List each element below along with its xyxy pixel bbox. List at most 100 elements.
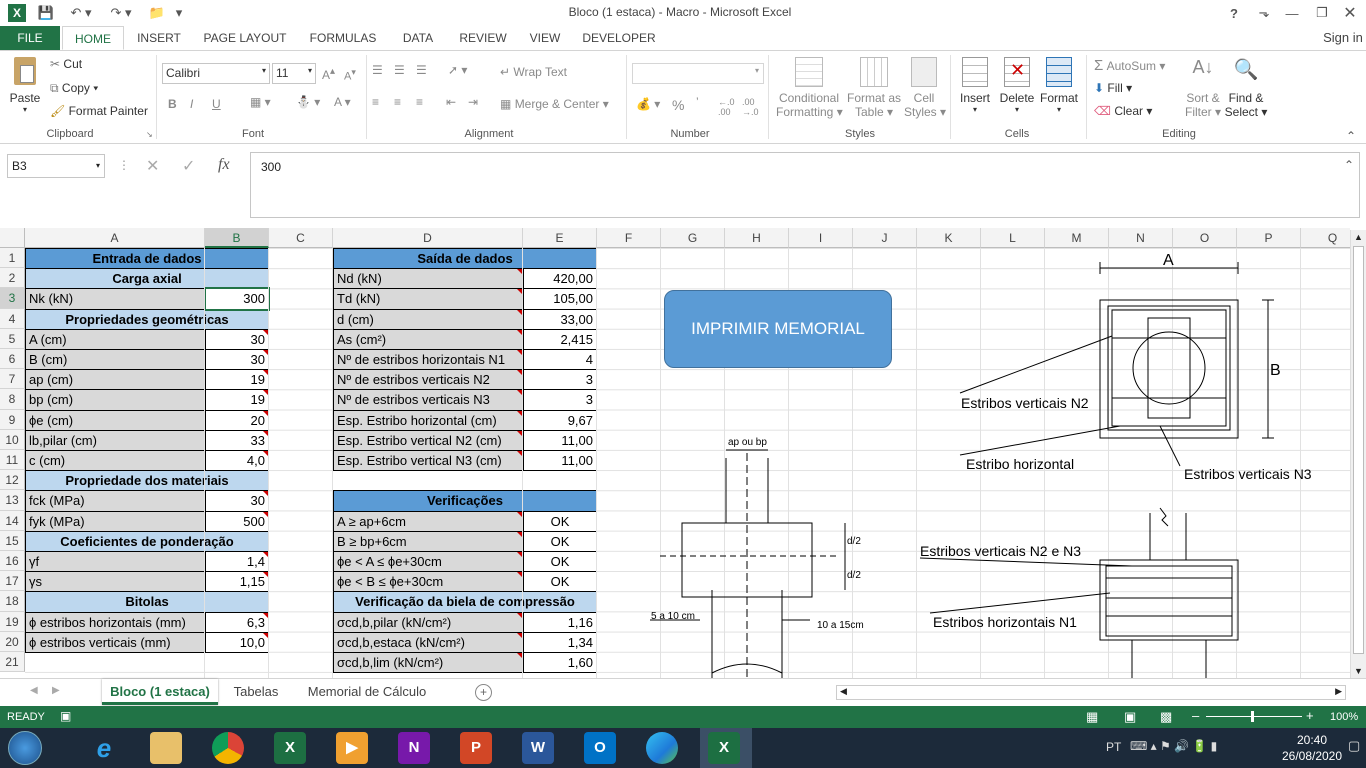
align-right-icon[interactable]: ≡	[416, 95, 423, 109]
increase-decimal-icon[interactable]: ←.0.00	[718, 97, 735, 117]
autosum-button[interactable]: Σ AutoSum ▾	[1094, 57, 1165, 74]
borders-icon[interactable]: ▦ ▾	[250, 95, 271, 109]
cell-value[interactable]: 1,34	[523, 631, 597, 653]
format-cells-button[interactable]: Format ▾	[1038, 57, 1080, 114]
sheet-tab-bloco[interactable]: Bloco (1 estaca)	[102, 679, 218, 705]
column-header[interactable]: Q	[1301, 228, 1350, 248]
page-layout-view-icon[interactable]: ▣	[1124, 709, 1136, 725]
format-painter-button[interactable]: 🖌 Format Painter	[50, 104, 148, 118]
row-header[interactable]: 19	[0, 611, 25, 632]
cell-value[interactable]: 33,00	[523, 308, 597, 330]
vertical-scrollbar[interactable]: ▲ ▼	[1350, 230, 1366, 678]
notifications-icon[interactable]: ▢	[1348, 738, 1360, 754]
language-indicator[interactable]: PT	[1106, 740, 1121, 754]
cell-label[interactable]: Td (kN)	[333, 288, 523, 310]
new-sheet-icon[interactable]: +	[475, 684, 492, 701]
column-header[interactable]: C	[269, 228, 333, 248]
column-header[interactable]: P	[1237, 228, 1301, 248]
column-header[interactable]: M	[1045, 228, 1109, 248]
cell-value[interactable]: 30	[205, 328, 269, 350]
copy-button[interactable]: ⧉ Copy ▾	[50, 81, 98, 96]
fill-color-icon[interactable]: ⛄ ▾	[296, 95, 320, 109]
cell-value[interactable]: 420,00	[523, 268, 597, 290]
cell-label[interactable]: fyk (MPa)	[25, 510, 205, 532]
tab-home[interactable]: HOME	[62, 26, 124, 50]
section-materiais[interactable]: Propriedade dos materiais	[25, 470, 269, 492]
restore-icon[interactable]: ❐	[1312, 3, 1332, 23]
clock-date[interactable]: 26/08/2020	[1280, 749, 1344, 763]
file-explorer-icon[interactable]	[150, 732, 182, 764]
row-header[interactable]: 3	[0, 288, 25, 309]
number-format-select[interactable]: ▾	[632, 63, 764, 84]
format-as-table-button[interactable]: Format as Table ▾	[846, 57, 902, 119]
insert-function-button[interactable]: fx	[218, 156, 230, 174]
decrease-decimal-icon[interactable]: .00 →.0	[742, 97, 759, 117]
cell-value[interactable]: 500	[205, 510, 269, 532]
sheet-tab-memorial[interactable]: Memorial de Cálculo	[296, 679, 438, 705]
cell-label[interactable]: σcd,b,lim (kN/cm²)	[333, 652, 523, 674]
cell-label[interactable]: γs	[25, 571, 205, 593]
row-header[interactable]: 8	[0, 389, 25, 410]
row-header[interactable]: 7	[0, 369, 25, 390]
cell-label[interactable]: ϕ estribos verticais (mm)	[25, 631, 205, 653]
cell-label[interactable]: As (cm²)	[333, 328, 523, 350]
cell-label[interactable]: ϕe (cm)	[25, 409, 205, 431]
conditional-formatting-button[interactable]: Conditional Formatting ▾	[776, 57, 843, 119]
section-geometria[interactable]: Propriedades geométricas	[25, 308, 269, 330]
underline-button[interactable]: U	[212, 97, 221, 111]
minimize-icon[interactable]: —	[1282, 3, 1302, 23]
row-header[interactable]: 16	[0, 551, 25, 572]
cell-label[interactable]: c (cm)	[25, 450, 205, 472]
name-box[interactable]: B3 ▾	[7, 154, 105, 178]
row-header[interactable]: 1	[0, 248, 25, 269]
cell-value[interactable]: 10,0	[205, 631, 269, 653]
zoom-slider[interactable]	[1206, 716, 1302, 717]
open-folder-icon[interactable]: 📁	[146, 3, 168, 23]
decrease-font-icon[interactable]: A▾	[344, 67, 356, 83]
tray-icons[interactable]: ⌨ ▴ ⚑ 🔊 🔋 ▮	[1130, 739, 1217, 753]
column-header[interactable]: N	[1109, 228, 1173, 248]
row-header[interactable]: 13	[0, 490, 25, 511]
cell-value[interactable]: 4,0	[205, 450, 269, 472]
cell-status[interactable]: OK	[523, 551, 597, 573]
cell-label[interactable]: γf	[25, 551, 205, 573]
cell-label[interactable]: A ≥ ap+6cm	[333, 510, 523, 532]
align-bottom-icon[interactable]: ☰	[416, 63, 427, 77]
paste-button[interactable]: Paste ▾	[8, 57, 42, 123]
column-header[interactable]: B	[205, 228, 269, 248]
save-icon[interactable]: 💾	[36, 3, 56, 23]
increase-font-icon[interactable]: A▴	[322, 66, 335, 82]
cell-label[interactable]: A (cm)	[25, 328, 205, 350]
normal-view-icon[interactable]: ▦	[1086, 709, 1098, 725]
align-left-icon[interactable]: ≡	[372, 95, 379, 109]
clock-time[interactable]: 20:40	[1292, 733, 1332, 747]
cell-label[interactable]: ϕ estribos horizontais (mm)	[25, 611, 205, 633]
section-biela[interactable]: Verificação da biela de compressão	[333, 591, 597, 613]
column-header[interactable]: E	[523, 228, 597, 248]
cell-value[interactable]: 1,60	[523, 652, 597, 674]
row-header[interactable]: 10	[0, 429, 25, 450]
column-header[interactable]: H	[725, 228, 789, 248]
chrome-icon[interactable]	[212, 732, 244, 764]
excel-taskbar-icon[interactable]: X	[274, 732, 306, 764]
increase-indent-icon[interactable]: ⇥	[468, 95, 478, 109]
column-header[interactable]: F	[597, 228, 661, 248]
excel-active-taskbar-icon[interactable]: X	[708, 732, 740, 764]
find-select-button[interactable]: 🔍 Find & Select ▾	[1224, 57, 1268, 119]
cell-label[interactable]: Nk (kN)	[25, 288, 205, 310]
collapse-ribbon-icon[interactable]: ⌃	[1346, 129, 1356, 143]
macro-record-icon[interactable]: ▣	[60, 709, 71, 723]
cell-label[interactable]: bp (cm)	[25, 389, 205, 411]
sheet-tab-tabelas[interactable]: Tabelas	[222, 679, 290, 705]
prev-sheet-icon[interactable]: ◀	[30, 685, 38, 696]
row-header[interactable]: 17	[0, 571, 25, 592]
cell-label[interactable]: Esp. Estribo vertical N2 (cm)	[333, 429, 523, 451]
cell-value[interactable]: 6,3	[205, 611, 269, 633]
cell-value[interactable]: 11,00	[523, 450, 597, 472]
fill-button[interactable]: ⬇ Fill ▾	[1094, 81, 1132, 95]
row-header[interactable]: 18	[0, 591, 25, 612]
select-all-corner[interactable]	[0, 228, 25, 248]
cell-label[interactable]: d (cm)	[333, 308, 523, 330]
accounting-icon[interactable]: 💰 ▾	[636, 97, 660, 111]
cell-value[interactable]: 3	[523, 369, 597, 391]
